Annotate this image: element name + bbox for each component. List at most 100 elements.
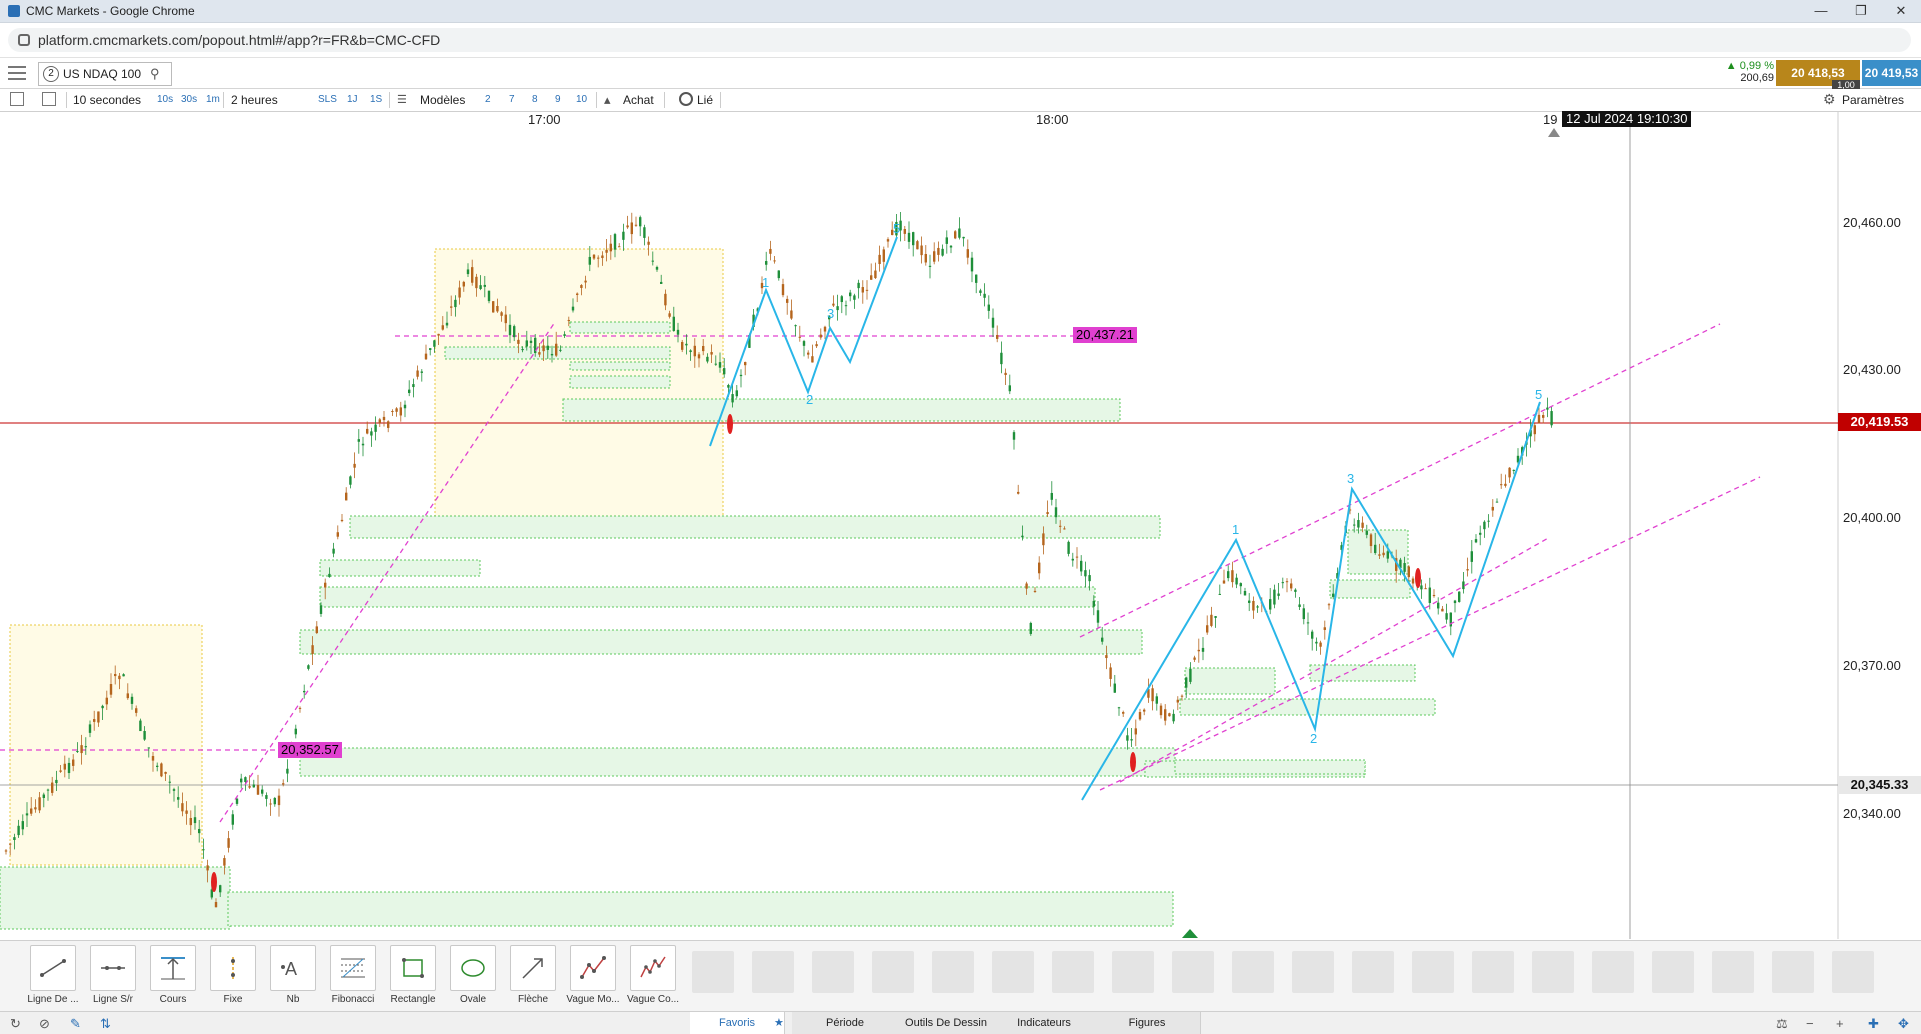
interval-select[interactable]: 10 secondes (73, 93, 141, 107)
search-icon[interactable]: ⚲ (150, 66, 160, 82)
chart-canvas[interactable] (0, 112, 1921, 939)
tool-wave2[interactable]: Vague Co... (624, 945, 682, 1011)
refresh-icon[interactable]: ↻ (10, 1016, 21, 1032)
gear-icon[interactable]: ⚙ (1823, 91, 1836, 108)
count-7[interactable]: 7 (509, 94, 515, 105)
candle (1172, 713, 1175, 722)
minimize-button[interactable]: — (1801, 0, 1841, 22)
tool-fibonacci[interactable]: Fibonacci (324, 945, 382, 1011)
tool-label: Cours (159, 994, 187, 1005)
empty-tool-slot[interactable] (1712, 951, 1754, 993)
interval-1m[interactable]: 1m (206, 94, 220, 105)
templates-button[interactable]: Modèles (420, 93, 465, 107)
range-1s[interactable]: 1S (370, 94, 382, 105)
menu-icon[interactable] (8, 66, 26, 80)
empty-tool-slot[interactable] (1172, 951, 1214, 993)
candle (496, 305, 499, 312)
interval-10s[interactable]: 10s (157, 94, 173, 105)
oval-icon (461, 959, 485, 977)
empty-tool-slot[interactable] (1232, 951, 1274, 993)
empty-tool-slot[interactable] (1352, 951, 1394, 993)
empty-tool-slot[interactable] (1472, 951, 1514, 993)
candle (1180, 695, 1184, 697)
tab-indicateurs[interactable]: Indicateurs (994, 1012, 1095, 1034)
count-8[interactable]: 8 (532, 94, 538, 105)
candle (177, 797, 180, 800)
empty-tool-slot[interactable] (812, 951, 854, 993)
count-9[interactable]: 9 (555, 94, 561, 105)
empty-tool-slot[interactable] (1652, 951, 1694, 993)
empty-tool-slot[interactable] (992, 951, 1034, 993)
price-tick-2: 20,430.00 (1843, 362, 1901, 377)
range-sls[interactable]: SLS (318, 94, 337, 105)
level-lower-label[interactable]: 20,352.57 (278, 742, 342, 758)
candle (1542, 415, 1545, 418)
pencil-icon[interactable]: ✎ (70, 1016, 81, 1032)
candle (25, 813, 29, 816)
range-select[interactable]: 2 heures (231, 93, 278, 107)
tool-rectangle[interactable]: Rectangle (384, 945, 442, 1011)
tab-favoris[interactable]: Favoris ★ (690, 1012, 785, 1034)
tool-oval[interactable]: Ovale (444, 945, 502, 1011)
candle (567, 319, 570, 321)
candle (395, 408, 398, 412)
candle (454, 299, 457, 308)
interval-30s[interactable]: 30s (181, 94, 197, 105)
tool-price[interactable]: Cours (144, 945, 202, 1011)
tool-line[interactable]: Ligne De ... (24, 945, 82, 1011)
link-button[interactable]: Lié (697, 93, 713, 107)
candle (219, 885, 222, 893)
time-label-1800: 18:00 (1036, 112, 1069, 127)
empty-tool-slot[interactable] (1772, 951, 1814, 993)
fit-icon[interactable]: ✥ (1898, 1016, 1909, 1032)
tab-outils-de-dessin[interactable]: Outils De Dessin (898, 1012, 995, 1034)
empty-tool-slot[interactable] (1832, 951, 1874, 993)
candle (193, 817, 197, 824)
layout-grid-icon[interactable] (42, 92, 56, 106)
empty-tool-slot[interactable] (1592, 951, 1634, 993)
site-info-icon[interactable] (18, 34, 30, 46)
wave-label-5-left: 5 (893, 221, 901, 236)
scale-icon[interactable]: ⚖ (1776, 1016, 1788, 1032)
tab-periode[interactable]: Période (792, 1012, 899, 1034)
buy-button[interactable]: Achat (623, 93, 654, 107)
magnet-icon[interactable]: ⇅ (100, 1016, 111, 1032)
restore-button[interactable]: ❐ (1841, 0, 1881, 22)
empty-tool-slot[interactable] (1412, 951, 1454, 993)
price-chart[interactable] (0, 112, 1921, 939)
empty-tool-slot[interactable] (932, 951, 974, 993)
tool-wave[interactable]: Vague Mo... (564, 945, 622, 1011)
candle (1327, 604, 1331, 606)
time-marker-icon[interactable] (1548, 128, 1560, 137)
list-view-icon[interactable] (10, 92, 24, 106)
candle (781, 284, 785, 296)
crosshair-icon[interactable]: ✚ (1868, 1016, 1879, 1032)
tab-figures[interactable]: Figures (1094, 1012, 1201, 1034)
templates-icon[interactable]: ☰ (397, 93, 407, 106)
range-1j[interactable]: 1J (347, 94, 358, 105)
empty-tool-slot[interactable] (692, 951, 734, 993)
zoom-in-icon[interactable]: + (1836, 1016, 1844, 1031)
candle (1466, 569, 1469, 571)
tool-arrow[interactable]: Flèche (504, 945, 562, 1011)
count-10[interactable]: 10 (576, 94, 587, 105)
empty-tool-slot[interactable] (872, 951, 914, 993)
zoom-out-icon[interactable]: − (1806, 1016, 1814, 1031)
close-button[interactable]: ✕ (1881, 0, 1921, 22)
empty-tool-slot[interactable] (1112, 951, 1154, 993)
settings-button[interactable]: Paramètres (1842, 93, 1904, 107)
tool-text[interactable]: A Nb (264, 945, 322, 1011)
candle (639, 217, 642, 227)
empty-tool-slot[interactable] (752, 951, 794, 993)
count-2[interactable]: 2 (485, 94, 491, 105)
empty-tool-slot[interactable] (1532, 951, 1574, 993)
tool-sr-line[interactable]: Ligne S/r (84, 945, 142, 1011)
empty-tool-slot[interactable] (1292, 951, 1334, 993)
cancel-icon[interactable]: ⊘ (39, 1016, 50, 1032)
buy-price-button[interactable]: 20 419,53 (1862, 60, 1921, 86)
instrument-search[interactable]: 2 US NDAQ 100 ⚲ (38, 62, 172, 86)
empty-tool-slot[interactable] (1052, 951, 1094, 993)
tool-fixed[interactable]: Fixe (204, 945, 262, 1011)
level-upper-label[interactable]: 20,437.21 (1073, 327, 1137, 343)
candle (933, 251, 936, 262)
